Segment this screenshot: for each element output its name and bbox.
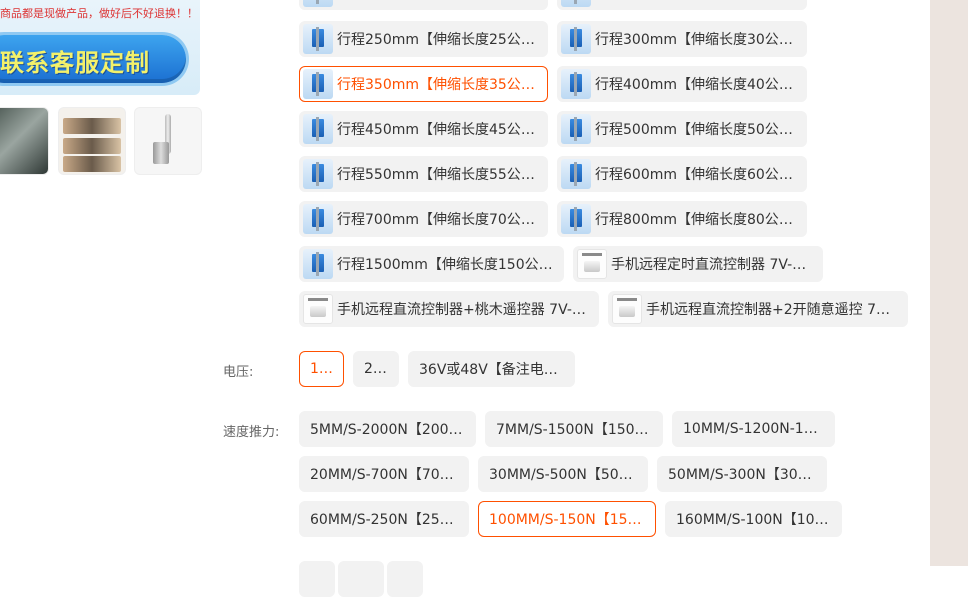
speed-option-label: 7MM/S-1500N【150KG】 xyxy=(496,422,652,438)
actuator-thumb-icon xyxy=(561,114,591,144)
sku-option-label: 手机远程定时直流控制器 7V-32V xyxy=(611,257,812,273)
sku-option-stroke-300[interactable]: 行程300mm【伸缩长度30公分】 xyxy=(557,21,807,57)
voltage-label: 电压: xyxy=(223,365,254,380)
banner-notice-text: 商品都是现做产品，做好后不好退换！！ xyxy=(0,7,198,20)
contact-service-banner-button[interactable]: 联系客服定制 xyxy=(0,35,186,83)
controller-thumb-icon xyxy=(303,294,333,324)
sku-option-label: 行程600mm【伸缩长度60公分】 xyxy=(595,167,796,183)
sku-option-stroke-350[interactable]: 行程350mm【伸缩长度35公分】 xyxy=(299,66,548,102)
next-option-partial[interactable] xyxy=(338,561,384,597)
sku-option-stroke-400[interactable]: 行程400mm【伸缩长度40公分】 xyxy=(557,66,807,102)
voltage-option-36v-48v[interactable]: 36V或48V【备注电压】 xyxy=(408,351,575,387)
actuator-thumb-icon xyxy=(561,69,591,99)
speed-option-160mm[interactable]: 160MM/S-100N【10KG】 xyxy=(665,501,842,537)
speed-option-7mm[interactable]: 7MM/S-1500N【150KG】 xyxy=(485,411,663,447)
speed-option-label: 100MM/S-150N【15KG】 xyxy=(489,512,645,528)
sku-option-label: 行程300mm【伸缩长度30公分】 xyxy=(595,32,796,48)
actuator-thumb-icon xyxy=(303,69,333,99)
sku-option-label: 行程500mm【伸缩长度50公分】 xyxy=(595,122,796,138)
sku-option-stroke-500[interactable]: 行程500mm【伸缩长度50公分】 xyxy=(557,111,807,147)
next-option-partial[interactable] xyxy=(387,561,423,597)
sku-option-label: 行程350mm【伸缩长度35公分】 xyxy=(337,77,537,93)
sku-option-partial[interactable] xyxy=(299,0,548,10)
speed-option-60mm[interactable]: 60MM/S-250N【25KG】 xyxy=(299,501,469,537)
gallery-thumbnail-2[interactable] xyxy=(58,107,126,175)
product-thumb-icon xyxy=(561,0,591,7)
actuator-thumb-icon xyxy=(561,24,591,54)
sku-option-label: 行程400mm【伸缩长度40公分】 xyxy=(595,77,796,93)
actuator-thumb-icon xyxy=(303,204,333,234)
speed-option-20mm[interactable]: 20MM/S-700N【70KG】 xyxy=(299,456,469,492)
sku-option-stroke-1500[interactable]: 行程1500mm【伸缩长度150公分】 xyxy=(299,246,564,282)
gallery-thumbnail-1[interactable] xyxy=(0,107,49,175)
voltage-option-12v[interactable]: 12V xyxy=(299,351,344,387)
sku-option-stroke-800[interactable]: 行程800mm【伸缩长度80公分】 xyxy=(557,201,807,237)
voltage-option-label: 36V或48V【备注电压】 xyxy=(419,362,564,378)
sku-option-label: 手机远程直流控制器+桃木遥控器 7V-3... xyxy=(337,302,588,318)
sku-option-stroke-700[interactable]: 行程700mm【伸缩长度70公分】 xyxy=(299,201,548,237)
sku-option-stroke-550[interactable]: 行程550mm【伸缩长度55公分】 xyxy=(299,156,548,192)
speed-option-label: 10MM/S-1200N-120KG xyxy=(683,421,824,437)
actuator-thumb-icon xyxy=(303,24,333,54)
speed-option-5mm[interactable]: 5MM/S-2000N【200KG】 xyxy=(299,411,476,447)
speed-thrust-label: 速度推力: xyxy=(223,425,280,440)
actuator-thumb-icon xyxy=(303,114,333,144)
speed-option-label: 160MM/S-100N【10KG】 xyxy=(676,512,831,528)
actuator-thumb-icon xyxy=(303,249,333,279)
speed-option-50mm[interactable]: 50MM/S-300N【30KG】 xyxy=(657,456,827,492)
sku-option-controller-2ch-remote[interactable]: 手机远程直流控制器+2开随意遥控 7V-... xyxy=(608,291,908,327)
speed-option-label: 20MM/S-700N【70KG】 xyxy=(310,467,458,483)
sku-option-label: 手机远程直流控制器+2开随意遥控 7V-... xyxy=(646,302,897,318)
gallery-thumbnail-3[interactable] xyxy=(134,107,202,175)
sku-option-label: 行程800mm【伸缩长度80公分】 xyxy=(595,212,796,228)
speed-option-label: 5MM/S-2000N【200KG】 xyxy=(310,422,465,438)
next-option-partial[interactable] xyxy=(299,561,335,597)
controller-thumb-icon xyxy=(612,294,642,324)
sku-option-label: 行程700mm【伸缩长度70公分】 xyxy=(337,212,537,228)
contact-service-label: 联系客服定制 xyxy=(0,49,150,77)
voltage-option-label: 12V xyxy=(310,361,333,377)
controller-thumb-icon xyxy=(577,249,607,279)
sku-option-label: 行程550mm【伸缩长度55公分】 xyxy=(337,167,537,183)
product-thumb-icon xyxy=(303,0,333,7)
actuator-thumb-icon xyxy=(561,204,591,234)
speed-option-label: 50MM/S-300N【30KG】 xyxy=(668,467,816,483)
sku-option-timer-controller[interactable]: 手机远程定时直流控制器 7V-32V xyxy=(573,246,823,282)
sku-option-label: 行程250mm【伸缩长度25公分】 xyxy=(337,32,537,48)
speed-option-label: 60MM/S-250N【25KG】 xyxy=(310,512,458,528)
voltage-option-label: 24V xyxy=(364,361,388,377)
sku-option-controller-peach-remote[interactable]: 手机远程直流控制器+桃木遥控器 7V-3... xyxy=(299,291,599,327)
speed-option-label: 30MM/S-500N【50KG】 xyxy=(489,467,637,483)
right-margin-background xyxy=(930,0,968,566)
sku-option-stroke-450[interactable]: 行程450mm【伸缩长度45公分】 xyxy=(299,111,548,147)
sku-option-stroke-600[interactable]: 行程600mm【伸缩长度60公分】 xyxy=(557,156,807,192)
voltage-option-24v[interactable]: 24V xyxy=(353,351,399,387)
sku-option-stroke-250[interactable]: 行程250mm【伸缩长度25公分】 xyxy=(299,21,548,57)
sku-option-label: 行程450mm【伸缩长度45公分】 xyxy=(337,122,537,138)
speed-option-100mm[interactable]: 100MM/S-150N【15KG】 xyxy=(478,501,656,537)
actuator-thumb-icon xyxy=(561,159,591,189)
sku-option-label: 行程1500mm【伸缩长度150公分】 xyxy=(337,257,553,273)
speed-option-10mm[interactable]: 10MM/S-1200N-120KG xyxy=(672,411,835,447)
actuator-thumb-icon xyxy=(303,159,333,189)
sku-option-partial[interactable] xyxy=(557,0,807,10)
speed-option-30mm[interactable]: 30MM/S-500N【50KG】 xyxy=(478,456,648,492)
product-banner-image[interactable]: 商品都是现做产品，做好后不好退换！！ 联系客服定制 xyxy=(0,0,200,95)
